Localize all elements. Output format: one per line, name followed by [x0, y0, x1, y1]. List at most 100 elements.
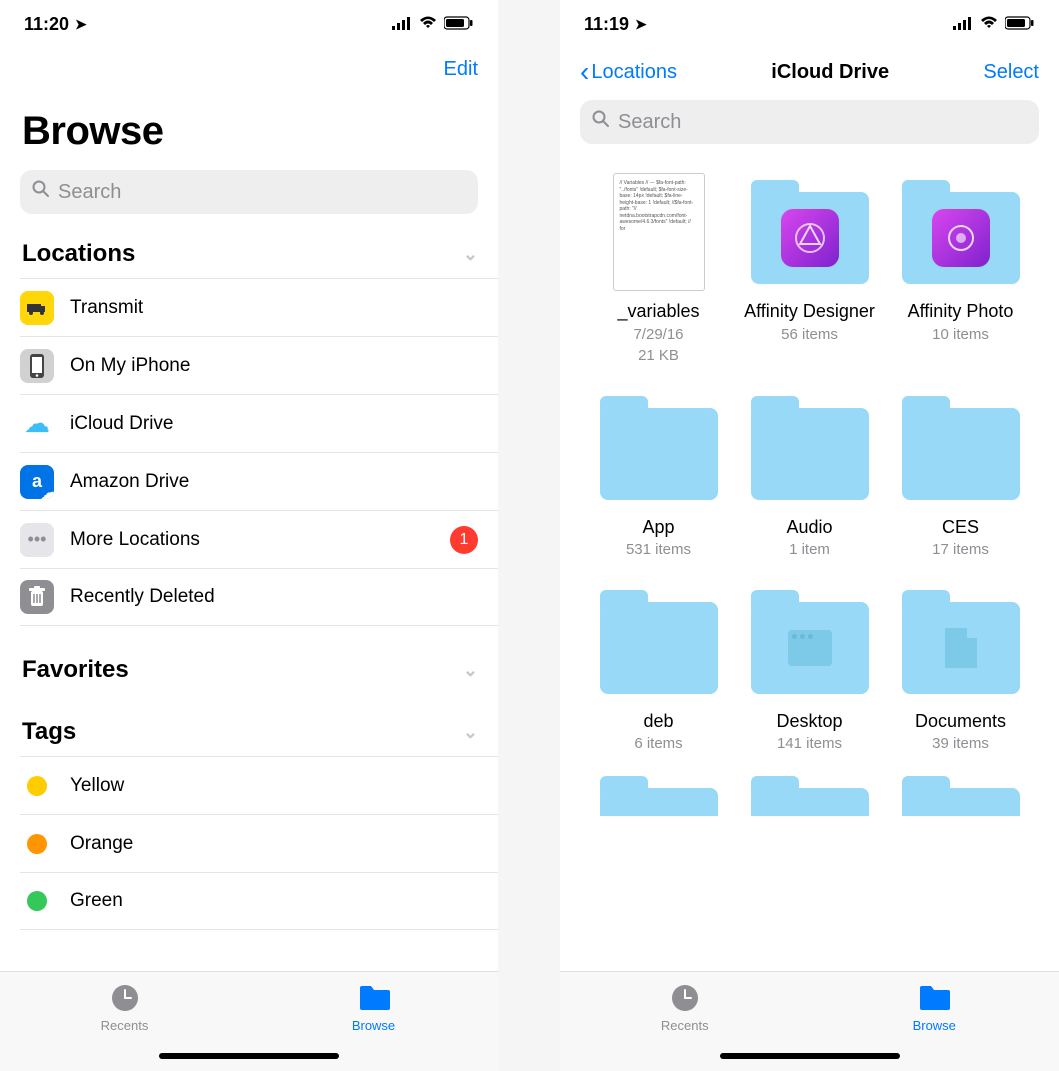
search-placeholder: Search	[618, 111, 681, 134]
search-placeholder: Search	[58, 181, 121, 204]
clock-icon	[109, 982, 141, 1014]
folder-deb[interactable]: deb 6 items	[588, 582, 729, 754]
tag-label: Yellow	[70, 775, 478, 797]
status-bar: 11:19 ➤	[560, 0, 1059, 48]
tab-bar: Recents Browse	[0, 971, 498, 1071]
folder-app[interactable]: App 531 items	[588, 388, 729, 560]
tag-orange[interactable]: Orange	[20, 814, 498, 872]
item-count: 1 item	[789, 540, 830, 560]
tags-header[interactable]: Tags ⌄	[0, 694, 498, 756]
chevron-left-icon: ‹	[580, 58, 589, 86]
select-button[interactable]: Select	[983, 61, 1039, 84]
item-count: 531 items	[626, 540, 691, 560]
amazon-drive-icon: a☁	[20, 465, 54, 499]
locations-label: Locations	[22, 240, 135, 268]
tag-label: Orange	[70, 833, 478, 855]
item-count: 6 items	[634, 734, 682, 754]
item-count: 17 items	[932, 540, 989, 560]
location-services-icon: ➤	[75, 16, 87, 33]
location-amazon-drive[interactable]: a☁ Amazon Drive	[20, 452, 498, 510]
item-name: Documents	[915, 710, 1006, 733]
edit-button[interactable]: Edit	[444, 58, 478, 81]
folder-partial[interactable]	[588, 776, 729, 816]
time-label: 11:19	[584, 14, 629, 35]
files-grid-scroll[interactable]: // Variables // --- $fa-font-path: "../f…	[560, 158, 1059, 971]
location-on-my-iphone[interactable]: On My iPhone	[20, 336, 498, 394]
affinity-designer-icon	[781, 209, 839, 267]
location-services-icon: ➤	[635, 16, 647, 33]
favorites-header[interactable]: Favorites ⌄	[0, 626, 498, 694]
folder-icon	[918, 982, 950, 1014]
folder-thumbnail	[901, 172, 1021, 292]
home-indicator[interactable]	[720, 1053, 900, 1059]
chevron-down-icon: ⌄	[463, 660, 478, 681]
folder-desktop[interactable]: Desktop 141 items	[739, 582, 880, 754]
item-name: _variables	[617, 300, 699, 323]
locations-header[interactable]: Locations ⌄	[0, 228, 498, 278]
back-button[interactable]: ‹ Locations	[580, 58, 677, 86]
tab-label: Recents	[661, 1018, 709, 1033]
tag-green[interactable]: Green	[20, 872, 498, 930]
tag-label: Green	[70, 890, 478, 912]
item-count: 10 items	[932, 325, 989, 345]
icloud-icon: ☁	[20, 407, 54, 441]
folder-partial[interactable]	[739, 776, 880, 816]
files-grid: // Variables // --- $fa-font-path: "../f…	[560, 158, 1059, 816]
item-name: CES	[942, 516, 979, 539]
folder-thumbnail	[599, 582, 719, 702]
notification-badge: 1	[450, 526, 478, 554]
window-icon	[788, 630, 832, 666]
iphone-icon	[20, 349, 54, 383]
item-name: Desktop	[776, 710, 842, 733]
battery-icon	[1005, 14, 1035, 35]
folder-partial[interactable]	[890, 776, 1031, 816]
search-input[interactable]: Search	[20, 170, 478, 214]
locations-list: Transmit On My iPhone ☁ iCloud Drive a☁ …	[0, 278, 498, 626]
location-icloud-drive[interactable]: ☁ iCloud Drive	[20, 394, 498, 452]
nav-bar: ‹ Locations iCloud Drive Select	[560, 48, 1059, 94]
item-name: deb	[643, 710, 673, 733]
folder-thumbnail	[599, 388, 719, 508]
location-transmit[interactable]: Transmit	[20, 278, 498, 336]
cellular-icon	[953, 14, 973, 35]
tags-list: Yellow Orange Green	[0, 756, 498, 930]
item-count: 141 items	[777, 734, 842, 754]
folder-thumbnail	[901, 388, 1021, 508]
status-indicators	[953, 14, 1035, 35]
tab-label: Browse	[352, 1018, 395, 1033]
folder-affinity-designer[interactable]: Affinity Designer 56 items	[739, 172, 880, 366]
tab-bar: Recents Browse	[560, 971, 1059, 1071]
folder-ces[interactable]: CES 17 items	[890, 388, 1031, 560]
tags-label: Tags	[22, 718, 76, 746]
folder-thumbnail	[901, 776, 1021, 816]
folder-affinity-photo[interactable]: Affinity Photo 10 items	[890, 172, 1031, 366]
cellular-icon	[392, 14, 412, 35]
tab-label: Recents	[101, 1018, 149, 1033]
location-label: Amazon Drive	[70, 471, 478, 493]
folder-thumbnail	[599, 776, 719, 816]
location-label: iCloud Drive	[70, 413, 478, 435]
status-time: 11:19 ➤	[584, 14, 647, 35]
item-name: Affinity Photo	[908, 300, 1014, 323]
search-icon	[592, 110, 610, 134]
wifi-icon	[979, 14, 999, 35]
folder-documents[interactable]: Documents 39 items	[890, 582, 1031, 754]
location-recently-deleted[interactable]: Recently Deleted	[20, 568, 498, 626]
item-date: 7/29/16	[633, 325, 683, 345]
folder-thumbnail	[750, 172, 870, 292]
file-thumbnail: // Variables // --- $fa-font-path: "../f…	[599, 172, 719, 292]
file-preview: // Variables // --- $fa-font-path: "../f…	[613, 173, 705, 291]
file-variables[interactable]: // Variables // --- $fa-font-path: "../f…	[588, 172, 729, 366]
search-input[interactable]: Search	[580, 100, 1039, 144]
tag-color-dot	[27, 776, 47, 796]
browse-content[interactable]: Locations ⌄ Transmit On My iPhone ☁ iClo…	[0, 228, 498, 971]
tab-label: Browse	[913, 1018, 956, 1033]
folder-audio[interactable]: Audio 1 item	[739, 388, 880, 560]
location-more[interactable]: ••• More Locations 1	[20, 510, 498, 568]
affinity-photo-icon	[932, 209, 990, 267]
home-indicator[interactable]	[159, 1053, 339, 1059]
favorites-label: Favorites	[22, 656, 129, 684]
icloud-drive-screen: 11:19 ➤ ‹ Locations iCloud Drive Select …	[560, 0, 1059, 1071]
tag-yellow[interactable]: Yellow	[20, 756, 498, 814]
trash-icon	[20, 580, 54, 614]
